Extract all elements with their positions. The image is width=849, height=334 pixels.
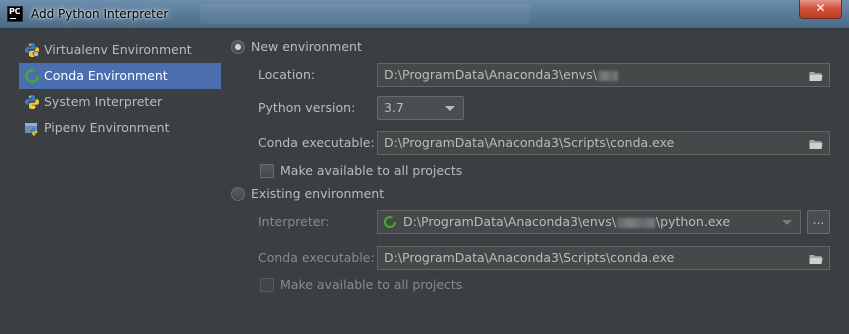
title-bar[interactable]: PC Add Python Interpreter ✕ [0, 0, 849, 29]
location-field[interactable]: D:\ProgramData\Anaconda3\envs\ [377, 63, 830, 87]
python-version-value: 3.7 [384, 100, 404, 115]
conda-executable-field[interactable]: D:\ProgramData\Anaconda3\Scripts\conda.e… [377, 131, 830, 155]
python-version-dropdown[interactable]: 3.7 [377, 96, 464, 120]
dialog-body: Virtualenv Environment Conda Environment… [0, 29, 849, 334]
conda-icon [24, 68, 40, 84]
folder-icon[interactable] [809, 253, 823, 268]
interpreter-label: Interpreter: [258, 214, 330, 229]
folder-icon[interactable] [809, 138, 823, 153]
sidebar-item-label: Conda Environment [44, 68, 168, 83]
make-available-label: Make available to all projects [280, 163, 463, 178]
sidebar-item-label: Pipenv Environment [44, 120, 170, 135]
sidebar-item-system-interpreter[interactable]: System Interpreter [19, 89, 221, 115]
interpreter-form: New environment Location: D:\ProgramData… [229, 29, 849, 334]
interpreter-value: D:\ProgramData\Anaconda3\envs\ \python.ex… [403, 214, 731, 229]
pipenv-icon [24, 120, 40, 136]
redacted-env-name [597, 70, 618, 81]
conda-executable-label: Conda executable: [258, 135, 375, 150]
new-environment-label: New environment [251, 39, 362, 54]
redacted-env-name [616, 217, 655, 228]
folder-icon[interactable] [809, 70, 823, 85]
python-icon [24, 94, 40, 110]
new-environment-radio[interactable] [231, 40, 245, 54]
sidebar-item-conda[interactable]: Conda Environment [19, 63, 221, 89]
existing-make-available-checkbox[interactable] [260, 278, 274, 292]
virtualenv-python-icon [24, 42, 40, 58]
existing-conda-executable-label: Conda executable: [258, 250, 375, 265]
existing-environment-label: Existing environment [251, 186, 385, 201]
browse-interpreter-button[interactable]: ... [807, 210, 830, 234]
location-value: D:\ProgramData\Anaconda3\envs\ [384, 67, 619, 83]
pycharm-app-icon: PC [7, 6, 23, 22]
sidebar-item-pipenv[interactable]: Pipenv Environment [19, 115, 221, 141]
existing-conda-executable-value: D:\ProgramData\Anaconda3\Scripts\conda.e… [384, 250, 675, 265]
conda-icon [383, 215, 397, 232]
environment-type-list: Virtualenv Environment Conda Environment… [19, 37, 221, 141]
existing-environment-radio[interactable] [231, 187, 245, 201]
python-version-label: Python version: [258, 100, 356, 115]
location-label: Location: [258, 67, 316, 82]
sidebar-item-label: Virtualenv Environment [44, 42, 192, 57]
conda-executable-value: D:\ProgramData\Anaconda3\Scripts\conda.e… [384, 135, 675, 150]
interpreter-dropdown[interactable]: D:\ProgramData\Anaconda3\envs\ \python.ex… [377, 210, 801, 234]
sidebar-item-virtualenv[interactable]: Virtualenv Environment [19, 37, 221, 63]
sidebar-item-label: System Interpreter [44, 94, 163, 109]
close-button[interactable]: ✕ [799, 0, 842, 19]
existing-conda-executable-field[interactable]: D:\ProgramData\Anaconda3\Scripts\conda.e… [377, 246, 830, 270]
window-title: Add Python Interpreter [31, 7, 169, 21]
chevron-down-icon [782, 220, 792, 225]
existing-make-available-label: Make available to all projects [280, 277, 463, 292]
title-bar-backdrop [200, 4, 530, 24]
chevron-down-icon [445, 106, 455, 111]
make-available-checkbox[interactable] [260, 164, 274, 178]
